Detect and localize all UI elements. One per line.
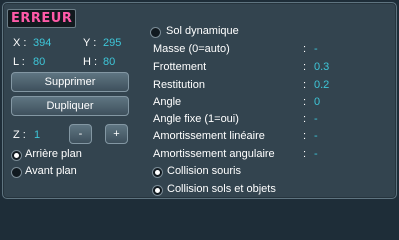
property-value[interactable]: 0 [314, 96, 320, 108]
l-label: L : [13, 56, 25, 68]
foreground-layer-label: Avant plan [25, 165, 77, 177]
mouse-collision-radio[interactable] [152, 167, 163, 178]
panel-title: ERREUR [7, 9, 77, 28]
dynamic-ground-label: Sol dynamique [166, 25, 239, 37]
dynamic-ground-radio[interactable] [150, 27, 161, 38]
property-colon: : [303, 61, 307, 73]
x-label: X : [13, 37, 27, 49]
z-value: 1 [34, 129, 41, 141]
property-colon: : [303, 113, 307, 125]
z-increase-button[interactable]: + [105, 124, 128, 144]
property-label: Amortissement linéaire [153, 130, 265, 142]
property-value[interactable]: - [314, 148, 318, 160]
property-colon: : [303, 130, 307, 142]
property-colon: : [303, 148, 307, 160]
delete-button[interactable]: Supprimer [11, 72, 129, 92]
property-value[interactable]: - [314, 43, 318, 55]
z-decrease-button[interactable]: - [69, 124, 92, 144]
property-label: Restitution [153, 79, 205, 91]
x-value[interactable]: 394 [33, 37, 51, 49]
h-value[interactable]: 80 [103, 56, 115, 68]
object-properties-panel: ERREUR X : 394 Y : 295 L : 80 H : 80 Sup… [2, 2, 397, 199]
property-label: Masse (0=auto) [153, 43, 230, 55]
h-label: H : [83, 56, 98, 68]
property-label: Frottement [153, 61, 207, 73]
y-label: Y : [83, 37, 97, 49]
property-value[interactable]: - [314, 130, 318, 142]
l-value[interactable]: 80 [33, 56, 45, 68]
property-colon: : [303, 96, 307, 108]
property-value[interactable]: 0.2 [314, 79, 329, 91]
objects-collision-label: Collision sols et objets [167, 183, 276, 195]
property-colon: : [303, 43, 307, 55]
foreground-layer-radio[interactable] [11, 167, 22, 178]
property-value[interactable]: - [314, 113, 318, 125]
objects-collision-radio[interactable] [152, 185, 163, 196]
property-label: Amortissement angulaire [153, 148, 275, 160]
property-label: Angle fixe (1=oui) [153, 113, 239, 125]
property-colon: : [303, 79, 307, 91]
y-value[interactable]: 295 [103, 37, 121, 49]
duplicate-button[interactable]: Dupliquer [11, 96, 129, 116]
background-layer-radio[interactable] [11, 150, 22, 161]
z-label: Z : [13, 129, 26, 141]
property-value[interactable]: 0.3 [314, 61, 329, 73]
background-layer-label: Arrière plan [25, 148, 82, 160]
property-label: Angle [153, 96, 182, 108]
mouse-collision-label: Collision souris [167, 165, 241, 177]
